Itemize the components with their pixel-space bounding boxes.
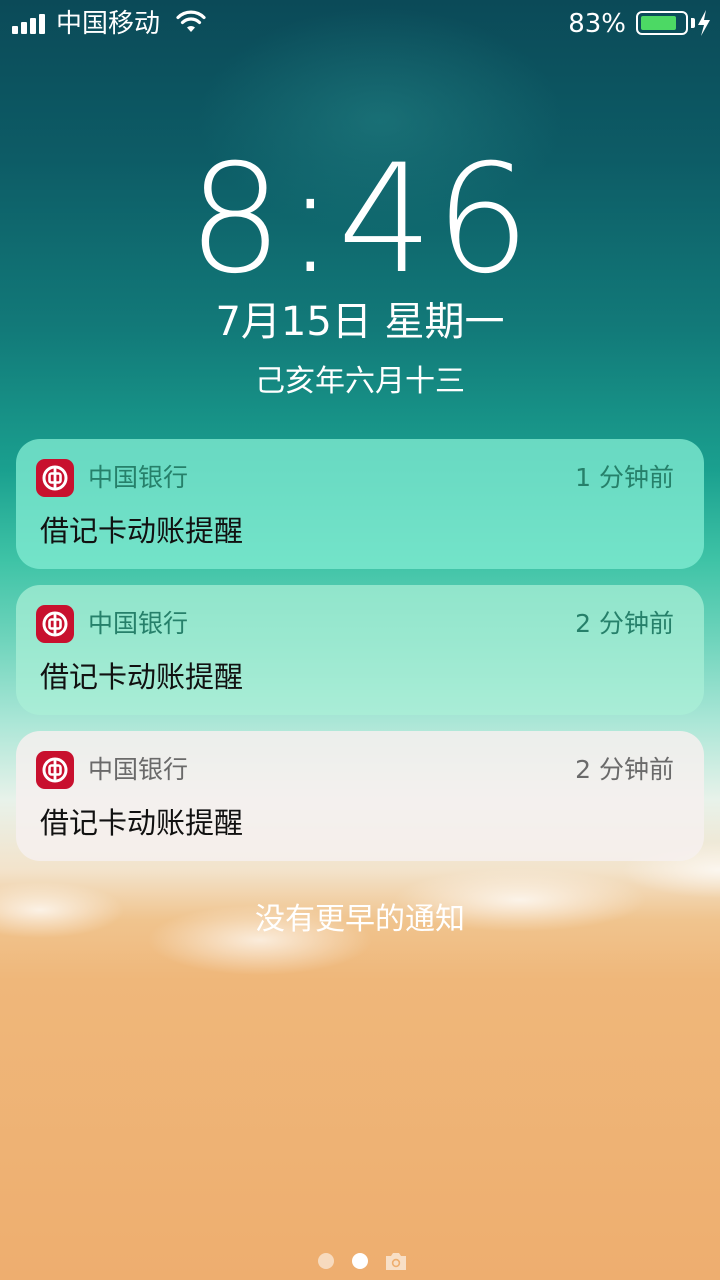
notification-card[interactable]: 中国银行 1 分钟前 借记卡动账提醒 — [16, 439, 704, 569]
lock-clock: 8:46 — [187, 133, 533, 307]
lock-screen: 中国移动 83% 8:46 7月15日 星期一 己亥年六月十三 中国银行 1 分… — [0, 0, 720, 1280]
no-earlier-notifications: 没有更早的通知 — [255, 902, 465, 937]
wifi-icon — [176, 10, 206, 32]
notification-card[interactable]: 中国银行 2 分钟前 借记卡动账提醒 — [16, 731, 704, 861]
notification-time: 2 分钟前 — [575, 609, 674, 638]
page-indicator — [318, 1250, 408, 1272]
lunar-date: 己亥年六月十三 — [255, 364, 465, 399]
bank-of-china-icon — [36, 605, 74, 643]
notification-message: 借记卡动账提醒 — [40, 660, 244, 694]
signal-strength-icon — [12, 14, 48, 34]
battery-percent: 83% — [568, 9, 626, 39]
page-dot[interactable] — [318, 1253, 334, 1269]
notification-message: 借记卡动账提醒 — [40, 806, 244, 840]
battery-icon — [636, 11, 688, 35]
lock-date: 7月15日 星期一 — [215, 299, 505, 345]
battery-tip — [691, 18, 695, 28]
camera-icon[interactable] — [384, 1250, 408, 1272]
bank-of-china-icon — [36, 751, 74, 789]
battery-level-fill — [641, 16, 676, 30]
status-bar: 中国移动 83% — [0, 0, 720, 48]
notification-app-name: 中国银行 — [88, 755, 189, 784]
charging-bolt-icon — [698, 10, 710, 36]
notification-time: 1 分钟前 — [575, 463, 674, 492]
bank-of-china-icon — [36, 459, 74, 497]
notification-time: 2 分钟前 — [575, 755, 674, 784]
carrier-name: 中国移动 — [56, 9, 161, 39]
notification-app-name: 中国银行 — [88, 463, 189, 492]
notification-message: 借记卡动账提醒 — [40, 514, 244, 548]
page-dot-active[interactable] — [352, 1253, 368, 1269]
notification-app-name: 中国银行 — [88, 609, 189, 638]
notification-card[interactable]: 中国银行 2 分钟前 借记卡动账提醒 — [16, 585, 704, 715]
